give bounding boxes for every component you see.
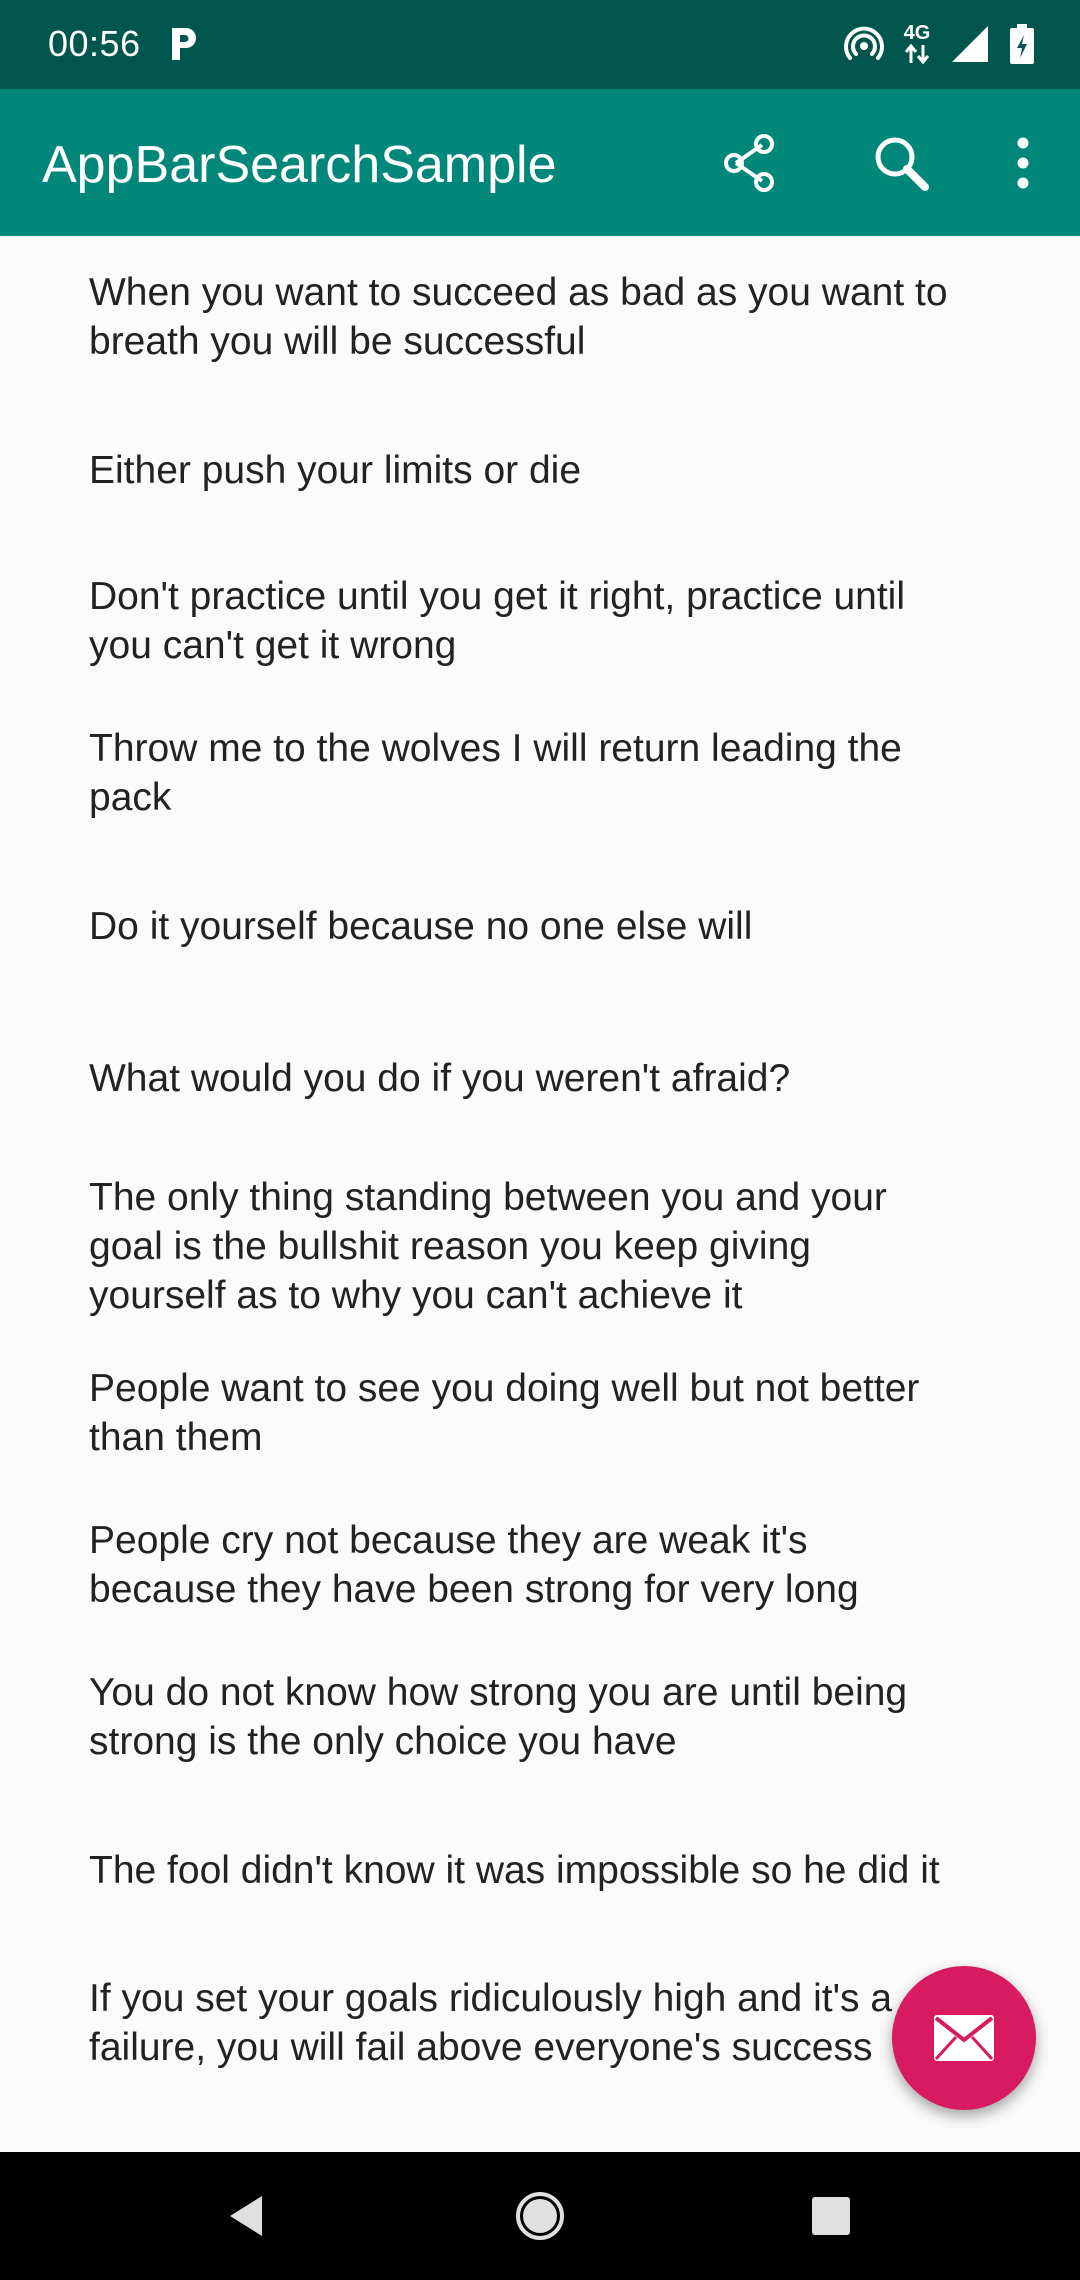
list-item[interactable]: Do it yourself because no one else will xyxy=(0,902,1080,951)
quote-line: yourself as to why you can't achieve it xyxy=(89,1274,743,1317)
quote-line: strong is the only choice you have xyxy=(89,1720,677,1763)
quote-line: People want to see you doing well but no… xyxy=(89,1367,920,1410)
quote-text: What would you do if you weren't afraid? xyxy=(89,1054,790,1103)
recents-button[interactable] xyxy=(791,2176,871,2256)
quote-text: The fool didn't know it was impossible s… xyxy=(89,1846,940,1895)
data-arrows-icon xyxy=(904,43,930,65)
back-button[interactable] xyxy=(206,2176,286,2256)
quote-line: you can't get it wrong xyxy=(89,624,457,667)
status-bar: 00:56 4G xyxy=(0,0,1080,89)
quote-text: You do not know how strong you are until… xyxy=(89,1668,907,1766)
network-label: 4G xyxy=(903,22,931,44)
search-icon xyxy=(875,137,929,191)
screen: 00:56 4G AppBarSearchSample When you wan… xyxy=(0,0,1080,2280)
quote-text: When you want to succeed as bad as you w… xyxy=(89,268,948,366)
email-icon xyxy=(934,2015,994,2061)
share-icon xyxy=(724,134,774,192)
quote-line: People cry not because they are weak it'… xyxy=(89,1519,808,1562)
quote-line: because they have been strong for very l… xyxy=(89,1568,859,1611)
quote-text: People cry not because they are weak it'… xyxy=(89,1516,859,1614)
email-fab-button[interactable] xyxy=(892,1966,1036,2110)
quote-line: When you want to succeed as bad as you w… xyxy=(89,271,948,314)
search-button[interactable] xyxy=(861,123,941,203)
share-button[interactable] xyxy=(710,123,790,203)
quote-line: than them xyxy=(89,1416,263,1459)
quote-line: Do it yourself because no one else will xyxy=(89,905,753,948)
quote-text: If you set your goals ridiculously high … xyxy=(89,1974,892,2072)
list-item[interactable]: Either push your limits or die xyxy=(0,446,1080,495)
home-button[interactable] xyxy=(500,2176,580,2256)
parking-p-icon xyxy=(172,28,196,60)
list-item[interactable]: When you want to succeed as bad as you w… xyxy=(0,268,1080,366)
home-icon xyxy=(516,2192,564,2240)
quote-text: The only thing standing between you and … xyxy=(89,1173,887,1320)
network-4g-icon: 4G xyxy=(902,23,932,65)
quote-text: Don't practice until you get it right, p… xyxy=(89,572,905,670)
quote-line: The only thing standing between you and … xyxy=(89,1176,887,1219)
more-vert-icon xyxy=(1017,137,1029,189)
quote-line: You do not know how strong you are until… xyxy=(89,1671,908,1714)
status-icons: 4G xyxy=(844,20,1036,68)
signal-icon xyxy=(952,26,988,62)
recents-icon xyxy=(812,2197,850,2235)
app-bar: AppBarSearchSample xyxy=(0,89,1080,236)
quote-line: What would you do if you weren't afraid? xyxy=(89,1057,791,1100)
list-item[interactable]: People cry not because they are weak it'… xyxy=(0,1516,1080,1614)
more-options-button[interactable] xyxy=(983,123,1063,203)
quote-line: Throw me to the wolves I will return lea… xyxy=(89,727,902,770)
list-item[interactable]: You do not know how strong you are until… xyxy=(0,1668,1080,1766)
status-time: 00:56 xyxy=(48,23,141,64)
quote-line: failure, you will fail above everyone's … xyxy=(89,2026,873,2069)
battery-icon xyxy=(1010,24,1034,64)
quote-line: Don't practice until you get it right, p… xyxy=(89,575,906,618)
list-item[interactable]: People want to see you doing well but no… xyxy=(0,1364,1080,1462)
list-item[interactable]: Throw me to the wolves I will return lea… xyxy=(0,724,1080,822)
quote-line: pack xyxy=(89,776,172,819)
quote-text: Throw me to the wolves I will return lea… xyxy=(89,724,902,822)
hotspot-icon xyxy=(844,26,884,60)
list-item[interactable]: What would you do if you weren't afraid? xyxy=(0,1054,1080,1103)
quote-line: Either push your limits or die xyxy=(89,449,582,492)
quote-text: People want to see you doing well but no… xyxy=(89,1364,919,1462)
app-title: AppBarSearchSample xyxy=(42,136,557,194)
list-item[interactable]: The only thing standing between you and … xyxy=(0,1173,1080,1320)
list-item[interactable]: Don't practice until you get it right, p… xyxy=(0,572,1080,670)
quote-line: breath you will be successful xyxy=(89,320,586,363)
quote-text: Do it yourself because no one else will xyxy=(89,902,752,951)
list-item[interactable]: The fool didn't know it was impossible s… xyxy=(0,1846,1080,1895)
navigation-bar xyxy=(0,2152,1080,2280)
quote-line: If you set your goals ridiculously high … xyxy=(89,1977,893,2020)
quote-text: Either push your limits or die xyxy=(89,446,581,495)
back-icon xyxy=(230,2196,262,2236)
quote-line: The fool didn't know it was impossible s… xyxy=(89,1849,940,1892)
quote-line: goal is the bullshit reason you keep giv… xyxy=(89,1225,811,1268)
quote-list[interactable]: When you want to succeed as bad as you w… xyxy=(0,236,1080,2152)
